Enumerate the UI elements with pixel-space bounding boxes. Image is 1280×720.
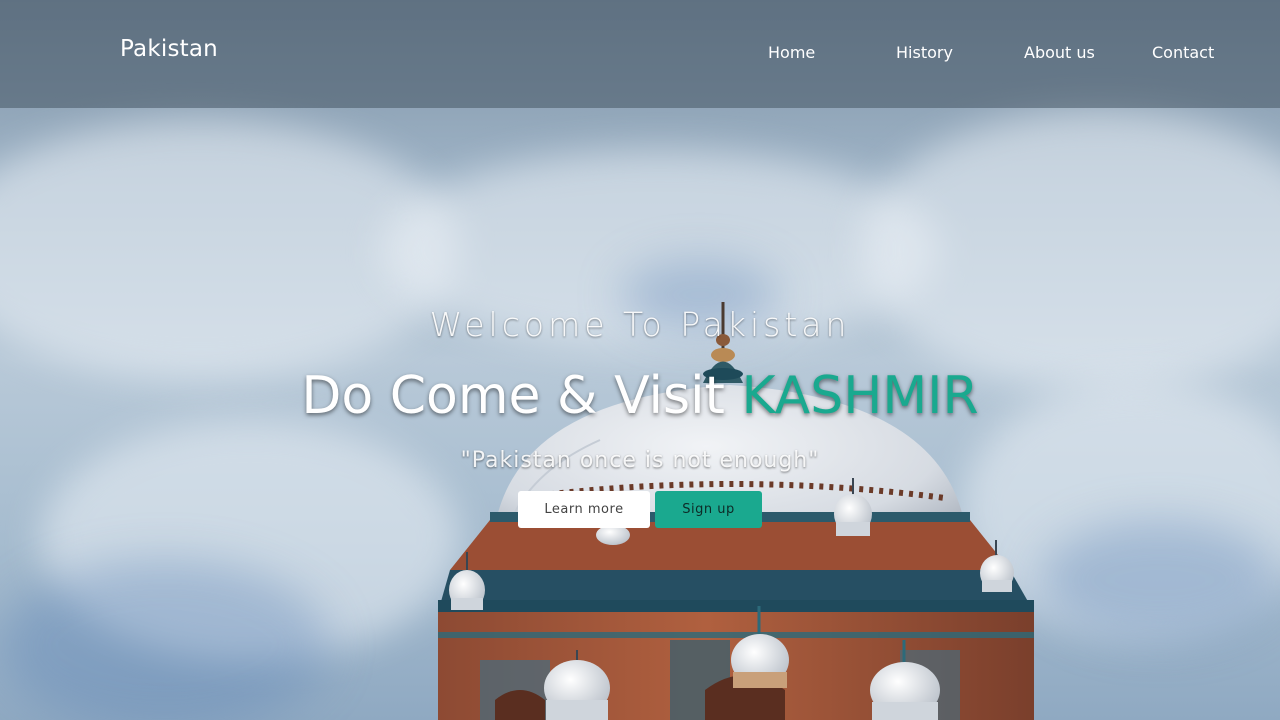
hero-title-accent: KASHMIR <box>741 366 979 426</box>
hero-subtitle: Welcome To Pakistan <box>429 305 851 344</box>
top-navbar: Pakistan Home History About us Contact <box>0 0 1280 108</box>
nav-link-contact[interactable]: Contact <box>1152 43 1214 62</box>
hero-background: Pakistan Home History About us Contact W… <box>0 0 1280 720</box>
nav-link-home[interactable]: Home <box>768 43 815 62</box>
shrine-dome-illustration <box>438 302 1034 720</box>
hero-title: Do Come & Visit KASHMIR <box>0 366 1280 426</box>
hero-quote: "Pakistan once is not enough" <box>460 448 820 473</box>
site-brand[interactable]: Pakistan <box>120 36 218 62</box>
learn-more-button[interactable]: Learn more <box>518 491 650 528</box>
sign-up-button[interactable]: Sign up <box>655 491 762 528</box>
nav-link-history[interactable]: History <box>896 43 953 62</box>
hero-title-prefix: Do Come & Visit <box>301 366 742 426</box>
nav-link-about-us[interactable]: About us <box>1024 43 1095 62</box>
